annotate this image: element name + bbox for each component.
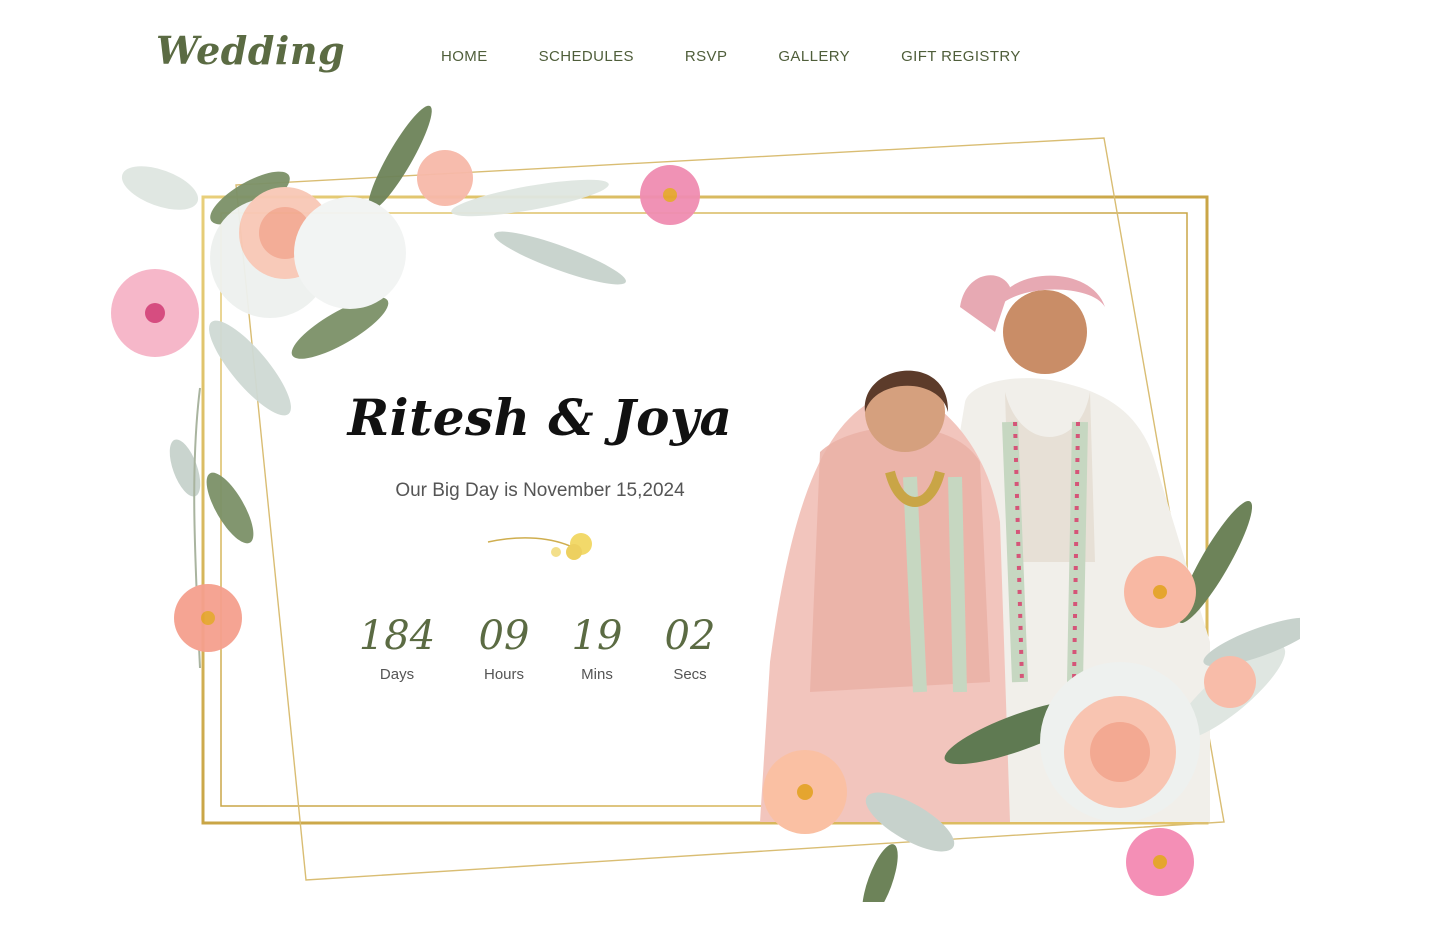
couple-names: Ritesh & Joya <box>347 388 733 447</box>
countdown-days: 184 Days <box>352 612 442 683</box>
countdown-hours-label: Hours <box>483 666 524 683</box>
countdown-secs-label: Secs <box>673 666 707 683</box>
countdown-mins: 19 Mins <box>552 612 642 683</box>
countdown-secs: 02 Secs <box>645 612 735 683</box>
countdown-hours: 09 Hours <box>459 612 549 683</box>
floral-top-left-icon <box>111 105 700 668</box>
countdown-hours-value: 09 <box>478 613 530 659</box>
gold-flower-divider-icon <box>487 533 592 560</box>
countdown-days-label: Days <box>379 666 415 683</box>
wedding-date: Our Big Day is November 15,2024 <box>395 480 685 501</box>
countdown-mins-label: Mins <box>581 666 613 683</box>
couple-photo <box>760 275 1300 902</box>
hero-section: Ritesh & Joya Our Big Day is November 15… <box>0 0 1438 926</box>
countdown-mins-value: 19 <box>571 613 623 659</box>
countdown-secs-value: 02 <box>664 613 716 659</box>
countdown-timer: 184 Days 09 Hours 19 Mins 02 Secs <box>350 612 730 702</box>
countdown-days-value: 184 <box>358 613 436 659</box>
